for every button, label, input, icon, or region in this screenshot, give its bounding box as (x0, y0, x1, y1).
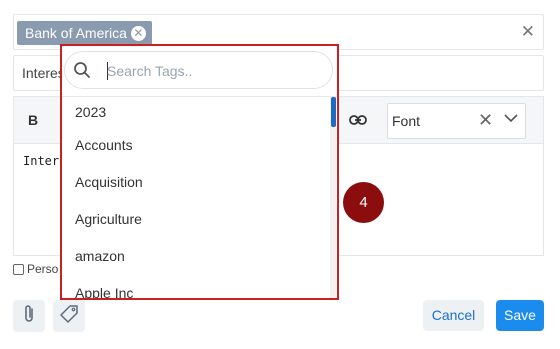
scrollbar-track[interactable] (330, 97, 336, 298)
tag-option[interactable]: Acquisition (62, 164, 330, 201)
tag-option[interactable]: 2023 (62, 97, 330, 127)
save-button[interactable]: Save (496, 300, 544, 331)
personal-checkbox-label: Perso (27, 262, 59, 276)
tag-list: 2023 Accounts Acquisition Agriculture am… (62, 97, 330, 298)
personal-checkbox[interactable]: Perso (13, 262, 58, 276)
cancel-button[interactable]: Cancel (423, 300, 484, 331)
font-select-value: Font (392, 113, 421, 129)
step-number-badge: 4 (343, 182, 384, 223)
subject-value: Interes (22, 65, 65, 81)
scrollbar-thumb[interactable] (331, 97, 336, 127)
tag-icon (59, 304, 79, 329)
tag-option[interactable]: Agriculture (62, 201, 330, 238)
chevron-down-icon[interactable] (503, 110, 519, 131)
tag-option[interactable]: amazon (62, 238, 330, 275)
remove-tag-icon[interactable]: ✕ (130, 25, 146, 41)
tag-search-input[interactable] (107, 60, 317, 82)
tag-search-dropdown: 2023 Accounts Acquisition Agriculture am… (60, 44, 339, 300)
link-icon[interactable] (348, 110, 368, 134)
attach-button[interactable] (13, 300, 45, 332)
search-icon (73, 61, 91, 84)
font-clear-icon[interactable]: ✕ (478, 111, 493, 129)
tag-button[interactable] (53, 300, 85, 332)
tag-option[interactable]: Apple Inc (62, 275, 330, 298)
font-select[interactable]: Font ✕ (387, 103, 526, 139)
bold-button[interactable]: B (28, 112, 38, 128)
checkbox-box[interactable] (13, 263, 24, 275)
tag-chip-label: Bank of America (25, 25, 127, 41)
clear-tags-icon[interactable]: ✕ (521, 23, 535, 41)
tag-option[interactable]: Accounts (62, 127, 330, 164)
tag-search-box[interactable] (64, 51, 333, 89)
paperclip-icon (20, 304, 38, 329)
tag-chip: Bank of America ✕ (17, 21, 152, 45)
